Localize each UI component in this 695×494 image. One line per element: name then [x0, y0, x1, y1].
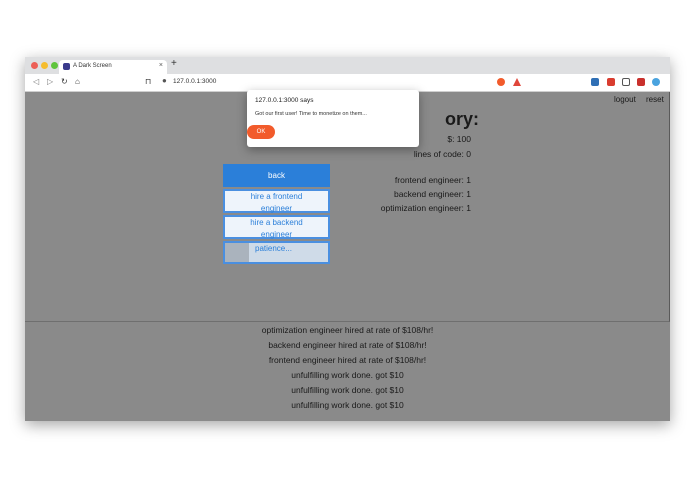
extension-1-icon[interactable]	[591, 78, 599, 86]
backend-engineer-stat: backend engineer: 1	[393, 189, 471, 199]
extension-4-icon[interactable]	[637, 78, 645, 86]
reload-icon[interactable]: ↻	[61, 77, 68, 86]
bookmark-icon[interactable]: ⊓	[145, 77, 151, 86]
tab-title: A Dark Screen	[73, 63, 112, 69]
patience-button[interactable]: patience...	[223, 241, 330, 264]
maximize-window-icon[interactable]	[51, 62, 58, 69]
hire-frontend-label-line1: hire a frontend	[250, 192, 303, 201]
extension-5-icon[interactable]	[652, 78, 660, 86]
dialog-title: 127.0.0.1:3000 says	[255, 97, 314, 104]
brave-shield-icon[interactable]	[497, 78, 505, 86]
tab-bar: A Dark Screen × +	[25, 57, 670, 74]
gmail-extension-icon[interactable]	[607, 78, 615, 86]
site-info-icon[interactable]: ●	[162, 76, 167, 85]
new-tab-button[interactable]: +	[171, 58, 177, 69]
patience-progress-fill	[225, 243, 249, 262]
back-nav-icon[interactable]: ◁	[33, 77, 39, 86]
hire-backend-button[interactable]: hire a backend engineer	[223, 215, 330, 239]
log-entry: optimization engineer hired at rate of $…	[261, 325, 434, 335]
story-heading: ory:	[445, 109, 480, 129]
reset-link[interactable]: reset	[646, 95, 664, 104]
favicon-icon	[63, 63, 70, 70]
minimize-window-icon[interactable]	[41, 62, 48, 69]
logout-link[interactable]: logout	[614, 95, 636, 104]
log-entry: unfulfilling work done. got $10	[291, 370, 404, 380]
optimization-engineer-stat: optimization engineer: 1	[380, 203, 471, 213]
log-entry: unfulfilling work done. got $10	[291, 400, 404, 410]
hire-backend-label-line2: engineer	[260, 230, 293, 239]
dialog-message: Got our first user! Time to monetize on …	[255, 111, 367, 117]
money-stat: $: 100	[447, 134, 471, 144]
log-entry: frontend engineer hired at rate of $108/…	[268, 355, 427, 365]
back-button[interactable]: back	[223, 164, 330, 187]
patience-label: patience...	[255, 244, 292, 253]
close-window-icon[interactable]	[31, 62, 38, 69]
hire-backend-label-line1: hire a backend	[250, 218, 303, 227]
hire-frontend-label-line2: engineer	[260, 204, 293, 213]
tab-close-icon[interactable]: ×	[159, 62, 163, 69]
rewards-icon[interactable]	[513, 78, 521, 86]
forward-nav-icon[interactable]: ▷	[47, 77, 53, 86]
log-entry: unfulfilling work done. got $10	[291, 385, 404, 395]
hire-frontend-button[interactable]: hire a frontend engineer	[223, 189, 330, 213]
lines-of-code-stat: lines of code: 0	[413, 149, 471, 159]
log-entry: backend engineer hired at rate of $108/h…	[268, 340, 427, 350]
pocket-extension-icon[interactable]	[622, 78, 630, 86]
url-field[interactable]: 127.0.0.1:3000	[173, 78, 216, 85]
ok-button[interactable]: OK	[247, 125, 275, 139]
home-icon[interactable]: ⌂	[75, 77, 80, 86]
alert-dialog: 127.0.0.1:3000 says Got our first user! …	[247, 90, 419, 147]
frontend-engineer-stat: frontend engineer: 1	[394, 175, 471, 185]
browser-tab[interactable]: A Dark Screen ×	[59, 60, 167, 74]
